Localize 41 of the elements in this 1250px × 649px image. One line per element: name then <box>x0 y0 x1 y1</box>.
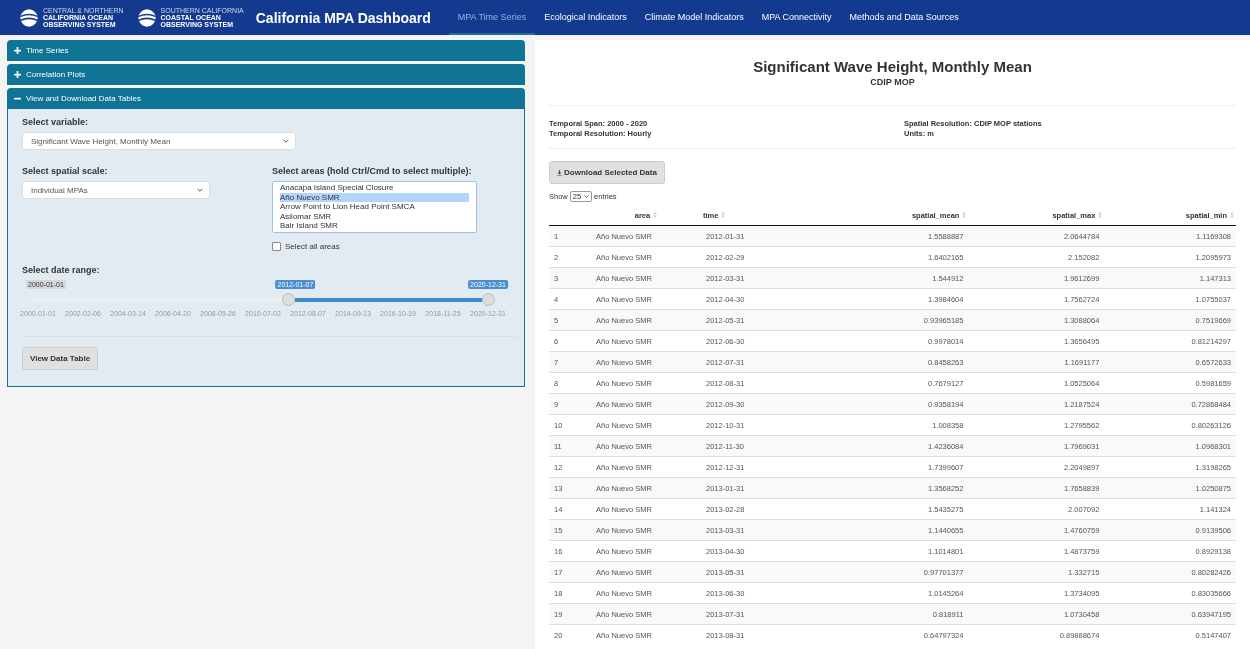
sort-icon <box>653 211 658 218</box>
field-label: Select areas (hold Ctrl/Cmd to select multiple): <box>272 166 473 176</box>
accordion-header[interactable]: View and Download Data Tables <box>7 88 525 109</box>
sort-icon <box>1098 211 1103 218</box>
field-label: Select date range: <box>22 265 101 275</box>
nav-tab[interactable]: Methods and Data Sources <box>840 0 968 35</box>
field-label: Select variable: <box>22 117 90 127</box>
sort-icon <box>721 211 726 218</box>
chart-title: Significant Wave Height, Monthly Mean <box>752 58 1033 75</box>
subtitle: CDIP MOP <box>869 77 916 87</box>
accordion-header[interactable]: Correlation Plots <box>7 64 525 85</box>
slider-handle[interactable] <box>482 293 495 306</box>
chevron-icon <box>197 188 203 192</box>
wave-logo-icon <box>18 7 40 28</box>
sort-icon <box>962 211 967 218</box>
nav-tab[interactable]: MPA Connectivity <box>752 0 841 35</box>
dashboard-title[interactable]: California MPA Dashboard <box>255 9 431 26</box>
list-option[interactable]: Asilomar SMR <box>280 211 469 221</box>
field-label: Select spatial scale: <box>22 166 109 176</box>
list-option[interactable]: Bair Island SMR <box>280 221 469 231</box>
list-option[interactable]: Año Nuevo SMR <box>280 192 469 202</box>
chevron-icon <box>584 195 590 198</box>
download-button[interactable]: Download Selected Data <box>549 161 665 184</box>
download-icon <box>557 169 562 176</box>
list-option[interactable]: Anacapa Island Special Closure <box>280 183 469 193</box>
plus-icon <box>14 47 21 54</box>
plus-icon <box>14 71 21 78</box>
nav-tab[interactable]: MPA Time Series <box>448 0 536 35</box>
chevron-icon <box>283 139 289 143</box>
view-table-button[interactable]: View Data Table <box>22 347 99 370</box>
checkbox-label: Select all areas <box>285 242 340 251</box>
nav-tab[interactable]: Climate Model Indicators <box>635 0 753 35</box>
accordion-header[interactable]: Time Series <box>7 40 525 61</box>
slider-handle[interactable] <box>281 293 295 306</box>
list-option[interactable]: Arrow Point to Lion Head Point SMCA <box>280 202 469 212</box>
variable-dropdown[interactable]: Significant Wave Height, Monthly Mean <box>22 132 296 150</box>
scale-dropdown[interactable]: Individual MPAs <box>22 181 210 199</box>
areas-listbox[interactable]: Anacapa Island Special Closure Año Nuevo SMR Arrow Point to Lion Head Point SMCA Asilomar SMR Bair Island SMR <box>272 181 477 233</box>
checkbox[interactable] <box>272 242 281 251</box>
wave-logo-icon <box>135 7 158 28</box>
nav-tab[interactable]: Ecological Indicators <box>535 0 636 35</box>
